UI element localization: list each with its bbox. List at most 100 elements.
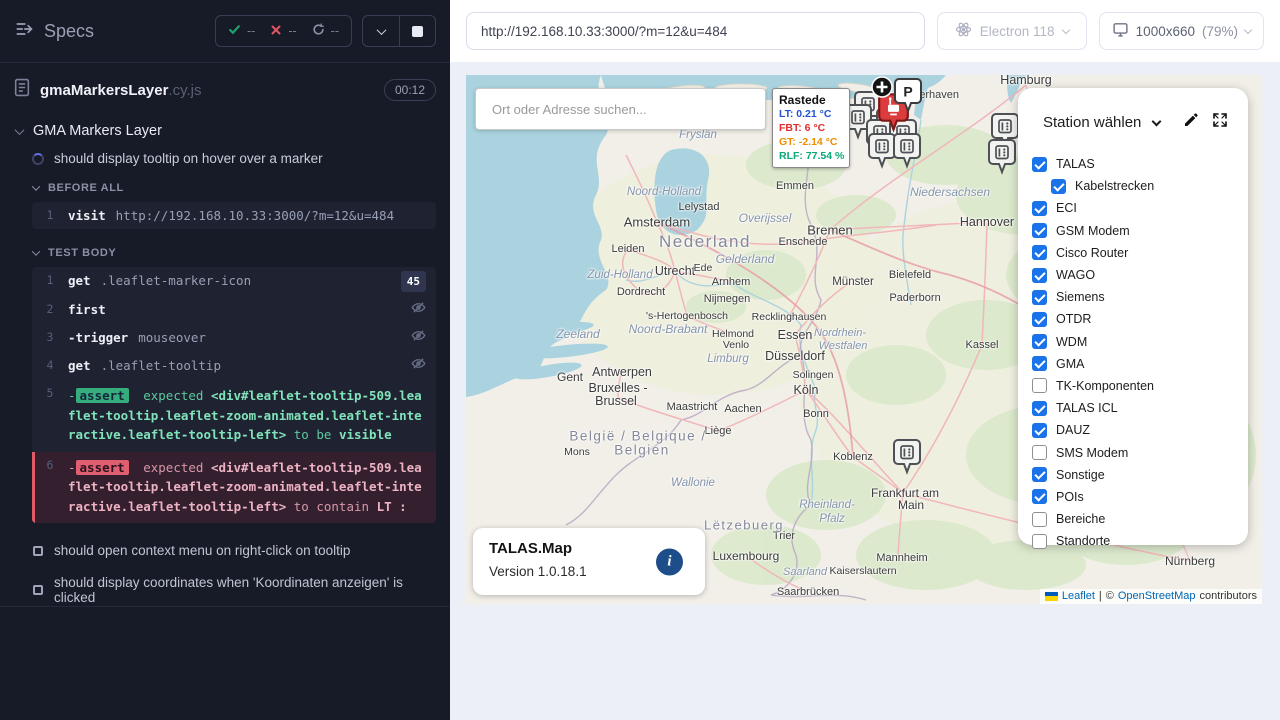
checkbox-cisco-router[interactable] bbox=[1032, 245, 1047, 260]
pending-test-icon bbox=[33, 546, 43, 556]
checkbox-talas-icl[interactable] bbox=[1032, 401, 1047, 416]
command-row[interactable]: 1visithttp://192.168.10.33:3000/?m=12&u=… bbox=[32, 202, 436, 229]
command-method: first bbox=[68, 300, 106, 319]
marker-tooltip[interactable]: Rastede LT: 0.21 °CFBT: 6 °CGT: -2.14 °C… bbox=[772, 88, 850, 168]
leaflet-link[interactable]: Leaflet bbox=[1062, 590, 1095, 602]
map-marker-station[interactable] bbox=[892, 438, 922, 481]
spec-file-row[interactable]: gmaMarkersLayer.cy.js 00:12 bbox=[0, 63, 450, 115]
map-label: Mannheim bbox=[876, 552, 927, 564]
info-icon[interactable]: i bbox=[656, 548, 683, 575]
specs-toggle[interactable]: Specs bbox=[14, 19, 94, 44]
tooltip-value-row: GT: -2.14 °C bbox=[779, 135, 843, 149]
command-method: visit bbox=[68, 206, 106, 225]
map-search-input[interactable]: Ort oder Adresse suchen... bbox=[475, 88, 766, 130]
command-method: -trigger bbox=[68, 328, 128, 347]
assert-command-row[interactable]: 6-assert expected <div#leaflet-tooltip-5… bbox=[32, 452, 436, 524]
map-label: Nijmegen bbox=[704, 293, 750, 305]
map-label: Bremen bbox=[807, 223, 853, 238]
map-label: Hamburg bbox=[1000, 75, 1051, 87]
command-number: 1 bbox=[32, 206, 68, 225]
eye-slash-icon bbox=[411, 356, 426, 376]
checkbox-wago[interactable] bbox=[1032, 268, 1047, 283]
layer-label: GMA bbox=[1056, 357, 1084, 371]
viewport-select[interactable]: 1000x660 (79%) bbox=[1099, 12, 1264, 50]
command-row[interactable]: 4get.leaflet-tooltip bbox=[32, 352, 436, 380]
assert-dash: - bbox=[68, 460, 76, 475]
checkbox-tk-komponenten[interactable] bbox=[1032, 378, 1047, 393]
chevron-down-icon[interactable] bbox=[1152, 117, 1162, 127]
eye-slash-icon bbox=[411, 300, 426, 320]
element-count-badge: 45 bbox=[401, 271, 426, 292]
pending-test[interactable]: should open context menu on right-click … bbox=[16, 535, 436, 567]
checkbox-talas[interactable] bbox=[1032, 157, 1047, 172]
map-label: Mons bbox=[564, 446, 590, 458]
map-marker-parking[interactable]: P bbox=[893, 77, 923, 120]
map-label: Noord-Brabant bbox=[629, 322, 708, 336]
map-label: België / Belgique / bbox=[569, 429, 706, 444]
command-row[interactable]: 2first bbox=[32, 296, 436, 324]
running-test[interactable]: should display tooltip on hover over a m… bbox=[16, 149, 436, 176]
checkbox-sms-modem[interactable] bbox=[1032, 445, 1047, 460]
layer-label: POIs bbox=[1056, 490, 1084, 504]
checkbox-standorte[interactable] bbox=[1032, 534, 1047, 549]
command-number: 1 bbox=[32, 271, 68, 290]
command-row[interactable]: 3-triggermouseover bbox=[32, 324, 436, 352]
panel-title[interactable]: Station wählen bbox=[1043, 114, 1141, 131]
test-body-header[interactable]: TEST BODY bbox=[16, 241, 436, 266]
layer-row: Siemens bbox=[1032, 286, 1248, 308]
checkbox-wdm[interactable] bbox=[1032, 334, 1047, 349]
test-runner-sidebar: Specs -- -- -- gmaMarkersLayer.c bbox=[0, 0, 450, 720]
edit-pencil-icon[interactable] bbox=[1183, 112, 1199, 133]
checkbox-eci[interactable] bbox=[1032, 201, 1047, 216]
checkbox-siemens[interactable] bbox=[1032, 290, 1047, 305]
assert-badge: assert bbox=[76, 460, 129, 475]
osm-link[interactable]: OpenStreetMap bbox=[1118, 590, 1196, 602]
command-row[interactable]: 1get.leaflet-marker-icon45 bbox=[32, 267, 436, 296]
map-label: Kaiserslautern bbox=[829, 565, 896, 577]
assert-message: -assert expected <div#leaflet-tooltip-50… bbox=[68, 386, 426, 445]
checkbox-otdr[interactable] bbox=[1032, 312, 1047, 327]
before-all-header[interactable]: BEFORE ALL bbox=[16, 176, 436, 201]
checkbox-pois[interactable] bbox=[1032, 489, 1047, 504]
map-label: Emmen bbox=[776, 180, 814, 192]
command-args: .leaflet-tooltip bbox=[101, 356, 221, 375]
spec-file-icon bbox=[14, 78, 30, 102]
map-label: Belgien bbox=[614, 443, 670, 458]
layer-label: Siemens bbox=[1056, 290, 1105, 304]
expand-icon[interactable] bbox=[1212, 112, 1228, 133]
panel-header: Station wählen bbox=[1018, 88, 1248, 143]
assert-dash: - bbox=[68, 388, 76, 403]
test-body-commands: 1get.leaflet-marker-icon452first3-trigge… bbox=[32, 267, 436, 523]
tooltip-title: Rastede bbox=[779, 93, 843, 107]
map-label: Brussel bbox=[595, 394, 637, 408]
sidebar-header: Specs -- -- -- bbox=[0, 0, 450, 62]
map-label: Münster bbox=[832, 276, 874, 288]
suite-header[interactable]: GMA Markers Layer bbox=[16, 117, 436, 149]
layer-row: GSM Modem bbox=[1032, 220, 1248, 242]
map-canvas[interactable]: AmsterdamLelystadLeidenUtrechtEdeDordrec… bbox=[466, 75, 1262, 604]
browser-select[interactable]: Electron 118 bbox=[937, 12, 1087, 50]
map-marker-add[interactable] bbox=[870, 75, 894, 104]
stop-button[interactable] bbox=[399, 16, 435, 46]
layer-row: TALAS bbox=[1032, 153, 1248, 175]
layer-row: Standorte bbox=[1032, 530, 1248, 552]
stat-pending: -- bbox=[312, 23, 339, 39]
checkbox-gsm-modem[interactable] bbox=[1032, 223, 1047, 238]
command-args: .leaflet-marker-icon bbox=[101, 271, 252, 290]
checkbox-sonstige[interactable] bbox=[1032, 467, 1047, 482]
checkbox-gma[interactable] bbox=[1032, 356, 1047, 371]
collapse-button[interactable] bbox=[363, 16, 399, 46]
map-label: Düsseldorf bbox=[765, 349, 825, 363]
map-marker-station[interactable] bbox=[987, 138, 1017, 181]
assert-command-row[interactable]: 5-assert expected <div#leaflet-tooltip-5… bbox=[32, 380, 436, 452]
map-label: Luxembourg bbox=[713, 549, 780, 563]
map-label: Noord-Holland bbox=[627, 186, 701, 198]
runner-buttons bbox=[362, 15, 436, 47]
checkbox-bereiche[interactable] bbox=[1032, 512, 1047, 527]
checkbox-dauz[interactable] bbox=[1032, 423, 1047, 438]
map-label: Saarland bbox=[783, 566, 827, 578]
command-indicators bbox=[403, 328, 426, 348]
checkbox-kabelstrecken[interactable] bbox=[1051, 179, 1066, 194]
url-input[interactable]: http://192.168.10.33:3000/?m=12&u=484 bbox=[466, 12, 925, 50]
layer-row: WAGO bbox=[1032, 264, 1248, 286]
